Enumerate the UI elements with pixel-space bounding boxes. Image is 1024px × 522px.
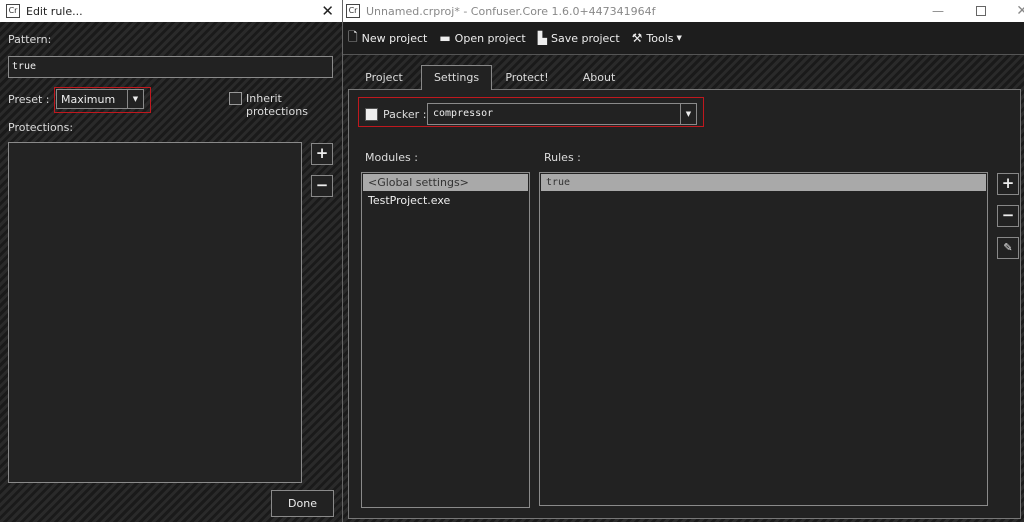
preset-label: Preset : [8,93,50,106]
edit-rule-button[interactable]: ✎ [997,237,1019,259]
main-titlebar: Cr Unnamed.crproj* - Confuser.Core 1.6.0… [343,0,1024,22]
window-title: Unnamed.crproj* - Confuser.Core 1.6.0+44… [366,4,656,18]
modules-label: Modules : [365,151,418,164]
modules-list[interactable]: <Global settings> TestProject.exe [361,172,530,508]
new-file-icon: 🗋 [348,29,358,44]
tools-menu[interactable]: ⚒ Tools ▼ [632,31,682,45]
settings-panel: Packer : compressor ▼ Modules : <Global … [348,89,1021,519]
maximize-icon[interactable] [976,6,986,16]
save-icon: ▙ [537,31,547,45]
rules-label: Rules : [544,151,581,164]
app-icon: Cr [6,4,20,18]
preset-value: Maximum [61,93,116,106]
packer-select[interactable]: compressor ▼ [427,103,697,125]
protections-list[interactable] [8,142,302,483]
minimize-icon[interactable]: — [932,4,944,18]
preset-select[interactable]: Maximum ▼ [56,89,144,109]
pattern-input[interactable]: true [8,56,333,78]
dialog-title: Edit rule... [26,4,83,18]
close-icon[interactable]: ✕ [321,2,334,20]
inherit-protections-label: Inherit protections [246,92,308,118]
tab-settings[interactable]: Settings [421,65,492,90]
dialog-titlebar: Cr Edit rule... ✕ [0,0,342,22]
edit-icon: ✎ [1003,241,1013,254]
list-item[interactable]: <Global settings> [363,174,528,191]
protections-label: Protections: [8,121,74,134]
rules-list[interactable]: true [539,172,988,506]
packer-label: Packer : [383,108,427,121]
save-project-button[interactable]: ▙ Save project [538,31,620,45]
add-rule-button[interactable]: + [997,173,1019,195]
new-project-button[interactable]: 🗋 New project [348,28,427,49]
close-icon[interactable]: ✕ [1016,3,1024,19]
tab-protect[interactable]: Protect! [496,70,558,88]
list-item[interactable]: TestProject.exe [363,192,528,209]
chevron-down-icon: ▼ [680,104,696,124]
inherit-protections-checkbox[interactable] [229,92,242,105]
packer-value: compressor [433,108,494,119]
list-item[interactable]: true [541,174,986,191]
app-icon: Cr [346,4,360,18]
done-button[interactable]: Done [271,490,334,517]
open-project-button[interactable]: ▬ Open project [439,31,525,45]
edit-rule-dialog: Cr Edit rule... ✕ Pattern: true Preset :… [0,0,342,522]
main-window: Cr Unnamed.crproj* - Confuser.Core 1.6.0… [342,0,1024,522]
remove-rule-button[interactable]: − [997,205,1019,227]
tools-icon: ⚒ [631,31,643,45]
tab-about[interactable]: About [566,70,632,88]
folder-open-icon: ▬ [439,31,451,45]
add-protection-button[interactable]: + [311,143,333,165]
pattern-label: Pattern: [8,33,52,46]
chevron-down-icon: ▼ [676,34,682,42]
toolbar: 🗋 New project ▬ Open project ▙ Save project… [343,22,1024,55]
remove-protection-button[interactable]: − [311,175,333,197]
chevron-down-icon: ▼ [127,90,143,108]
tab-project[interactable]: Project [357,70,411,88]
packer-checkbox[interactable] [365,108,378,121]
